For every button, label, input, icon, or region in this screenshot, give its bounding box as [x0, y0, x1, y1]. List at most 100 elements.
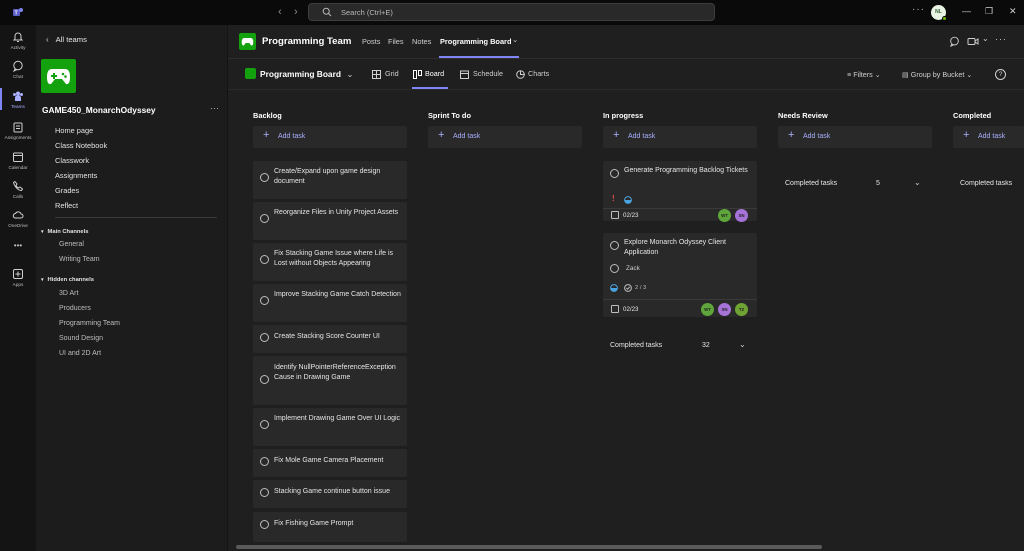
channel-writing-team[interactable]: Writing Team: [59, 256, 100, 263]
complete-task-checkbox[interactable]: [260, 520, 269, 529]
assignee-avatar[interactable]: SN: [735, 209, 748, 222]
nav-classwork[interactable]: Classwork: [55, 156, 89, 165]
task-card[interactable]: Explore Monarch Odyssey Client Applicati…: [603, 233, 757, 317]
complete-task-checkbox[interactable]: [260, 173, 269, 182]
channel-producers[interactable]: Producers: [59, 305, 91, 312]
complete-task-checkbox[interactable]: [260, 214, 269, 223]
add-task-button-sprint[interactable]: + Add task: [428, 126, 582, 148]
bucket-title-backlog[interactable]: Backlog: [253, 111, 282, 120]
rail-label: OneDrive: [8, 223, 28, 228]
tab-files[interactable]: Files: [388, 37, 404, 46]
forward-nav-icon[interactable]: ›: [294, 6, 298, 18]
completed-tasks-toggle-needs-review[interactable]: Completed tasks 5 ⌄: [785, 178, 925, 187]
bucket-title-needs-review[interactable]: Needs Review: [778, 111, 828, 120]
completed-tasks-toggle-in-progress[interactable]: Completed tasks 32 ⌄: [610, 340, 750, 349]
nav-assignments[interactable]: Assignments: [55, 171, 97, 180]
task-card[interactable]: Reorganize Files in Unity Project Assets: [253, 202, 407, 240]
nav-reflect[interactable]: Reflect: [55, 201, 78, 210]
complete-task-checkbox[interactable]: [260, 375, 269, 384]
task-title: Stacking Game continue button issue: [274, 488, 390, 495]
chat-icon: [12, 60, 23, 72]
view-tab-charts[interactable]: Charts: [528, 69, 549, 78]
rail-item-apps[interactable]: Apps: [0, 268, 36, 287]
horizontal-scrollbar[interactable]: [236, 545, 822, 549]
nav-home-page[interactable]: Home page: [55, 126, 93, 135]
channel-3d-art[interactable]: 3D Art: [59, 290, 78, 297]
assignee-avatar[interactable]: WT: [718, 209, 731, 222]
rail-item-onedrive[interactable]: OneDrive: [0, 209, 36, 228]
task-card[interactable]: Identify NullPointerReferenceException C…: [253, 356, 407, 405]
complete-task-checkbox[interactable]: [260, 488, 269, 497]
complete-task-checkbox[interactable]: [260, 255, 269, 264]
tab-posts[interactable]: Posts: [362, 37, 380, 46]
group-by-bucket-button[interactable]: ▤ Group by Bucket ⌄: [902, 70, 972, 79]
rail-item-chat[interactable]: Chat: [0, 60, 36, 79]
team-more-options-icon[interactable]: ···: [210, 103, 219, 113]
tab-programming-board[interactable]: Programming Board: [440, 37, 511, 46]
complete-task-checkbox[interactable]: [260, 420, 269, 429]
task-card[interactable]: Create/Expand upon game design document: [253, 161, 407, 199]
filters-button[interactable]: ≡ Filters ⌄: [847, 70, 881, 79]
task-card[interactable]: Fix Mole Game Camera Placement: [253, 449, 407, 477]
minimize-button[interactable]: —: [962, 6, 971, 16]
close-button[interactable]: ✕: [1009, 6, 1017, 16]
help-icon[interactable]: ?: [995, 69, 1006, 80]
task-card[interactable]: Generate Programming Backlog Tickets ! 0…: [603, 161, 757, 222]
tab-notes[interactable]: Notes: [412, 37, 431, 46]
conversation-icon[interactable]: [949, 36, 960, 47]
channel-sound-design[interactable]: Sound Design: [59, 335, 103, 342]
hidden-channels-header[interactable]: ▼ Hidden channels: [40, 277, 97, 283]
nav-grades[interactable]: Grades: [55, 186, 79, 195]
task-card[interactable]: Fix Fishing Game Prompt: [253, 512, 407, 542]
back-nav-icon[interactable]: ‹: [278, 6, 282, 18]
tab-chevron-down-icon[interactable]: ⌄: [512, 35, 518, 44]
complete-task-checkbox[interactable]: [610, 241, 619, 250]
view-tab-board[interactable]: Board: [425, 69, 444, 78]
meet-chevron-down-icon[interactable]: ⌄: [982, 34, 989, 43]
view-tab-grid[interactable]: Grid: [385, 69, 399, 78]
complete-task-checkbox[interactable]: [260, 457, 269, 466]
more-options-icon[interactable]: ···: [912, 4, 925, 15]
task-card[interactable]: Fix Stacking Game Issue where Life is Lo…: [253, 243, 407, 281]
channel-more-icon[interactable]: ···: [995, 34, 1007, 44]
bucket-title-completed[interactable]: Completed: [953, 111, 991, 120]
search-input[interactable]: Search (Ctrl+E): [308, 3, 715, 21]
bucket-title-sprint-to-do[interactable]: Sprint To do: [428, 111, 471, 120]
main-channels-label: Main Channels: [47, 229, 89, 235]
apps-icon: [13, 269, 23, 279]
rail-item-teams[interactable]: Teams: [0, 90, 36, 109]
board-title-dropdown[interactable]: Programming Board ⌄: [260, 69, 353, 79]
channel-programming-team[interactable]: Programming Team: [59, 320, 120, 327]
channel-general[interactable]: General: [59, 241, 84, 248]
rail-item-calls[interactable]: Calls: [0, 180, 36, 199]
rail-item-activity[interactable]: Activity: [0, 31, 36, 50]
complete-task-checkbox[interactable]: [260, 333, 269, 342]
add-task-button-in-progress[interactable]: + Add task: [603, 126, 757, 148]
assignee-avatar[interactable]: SN: [718, 303, 731, 316]
add-task-button-needs-review[interactable]: + Add task: [778, 126, 932, 148]
all-teams-back-link[interactable]: ‹ All teams: [46, 35, 87, 44]
rail-item-assignments[interactable]: Assignments: [0, 121, 36, 140]
main-channels-header[interactable]: ▼ Main Channels: [40, 229, 91, 235]
task-card[interactable]: Implement Drawing Game Over UI Logic: [253, 408, 407, 446]
task-card[interactable]: Improve Stacking Game Catch Detection: [253, 284, 407, 322]
bucket-title-in-progress[interactable]: In progress: [603, 111, 643, 120]
maximize-button[interactable]: ❐: [985, 6, 993, 16]
assignee-avatar[interactable]: WT: [701, 303, 714, 316]
nav-class-notebook[interactable]: Class Notebook: [55, 141, 107, 150]
user-avatar[interactable]: NL: [931, 5, 947, 21]
rail-item-calendar[interactable]: Calendar: [0, 151, 36, 170]
complete-task-checkbox[interactable]: [610, 169, 619, 178]
more-apps-button[interactable]: •••: [0, 241, 36, 250]
subtask-checkbox[interactable]: [610, 264, 619, 273]
task-card[interactable]: Stacking Game continue button issue: [253, 480, 407, 508]
task-card[interactable]: Create Stacking Score Counter UI: [253, 325, 407, 353]
complete-task-checkbox[interactable]: [260, 296, 269, 305]
view-tab-schedule[interactable]: Schedule: [473, 69, 503, 78]
add-task-button-backlog[interactable]: + Add task: [253, 126, 407, 148]
completed-tasks-toggle-completed[interactable]: Completed tasks: [960, 180, 1022, 187]
meet-video-icon[interactable]: [967, 36, 979, 47]
assignee-avatar[interactable]: TZ: [735, 303, 748, 316]
channel-ui-and-2d-art[interactable]: UI and 2D Art: [59, 350, 101, 357]
add-task-button-completed[interactable]: + Add task: [953, 126, 1024, 148]
